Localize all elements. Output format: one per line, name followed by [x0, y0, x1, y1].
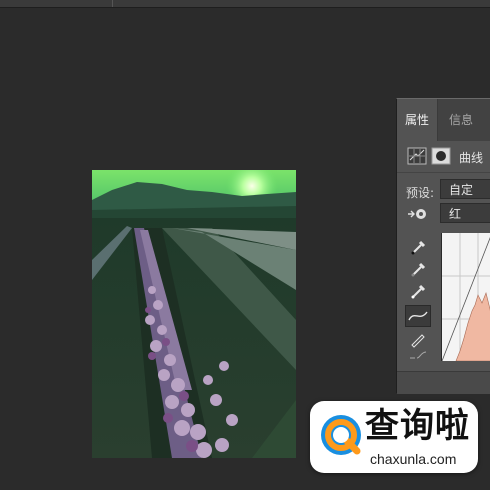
- document-canvas-photo: [92, 170, 296, 458]
- channel-dropdown[interactable]: 红: [440, 203, 490, 223]
- mask-icon[interactable]: [431, 147, 451, 165]
- pencil-icon[interactable]: [407, 329, 429, 349]
- tulip-field-image: [92, 170, 296, 458]
- top-menu-strip: [0, 0, 490, 8]
- magnifier-q-icon: [321, 415, 361, 455]
- curves-graph[interactable]: [441, 233, 490, 361]
- preset-dropdown[interactable]: 自定: [440, 179, 490, 199]
- curve-tools: [403, 233, 431, 363]
- eyedropper-gray-icon[interactable]: [407, 259, 429, 279]
- histogram-chart: [442, 233, 490, 361]
- tab-properties[interactable]: 属性: [397, 99, 439, 141]
- watermark-title: 查询啦: [365, 406, 470, 446]
- eyedropper-white-icon[interactable]: [407, 281, 429, 301]
- watermark-url: chaxunla.com: [370, 451, 457, 467]
- eyedropper-black-icon[interactable]: [407, 237, 429, 257]
- watermark-badge: 查询啦 chaxunla.com: [310, 401, 478, 473]
- hand-target-icon[interactable]: [406, 207, 428, 221]
- smooth-curve-icon[interactable]: [407, 349, 429, 369]
- curve-point-tool[interactable]: [405, 305, 431, 327]
- panel-tab-bar: 属性 信息: [397, 99, 490, 141]
- panel-divider: [397, 172, 490, 173]
- tab-info[interactable]: 信息: [441, 99, 481, 141]
- panel-footer: [397, 371, 490, 394]
- preset-label: 预设:: [406, 186, 435, 200]
- curve-point-icon: [408, 311, 428, 321]
- menu-divider: [112, 0, 113, 7]
- properties-panel: 属性 信息 曲线 预设: 自定 红: [396, 98, 490, 394]
- adjustment-title: 曲线: [459, 151, 484, 165]
- adjustment-grid-icon[interactable]: [407, 147, 427, 165]
